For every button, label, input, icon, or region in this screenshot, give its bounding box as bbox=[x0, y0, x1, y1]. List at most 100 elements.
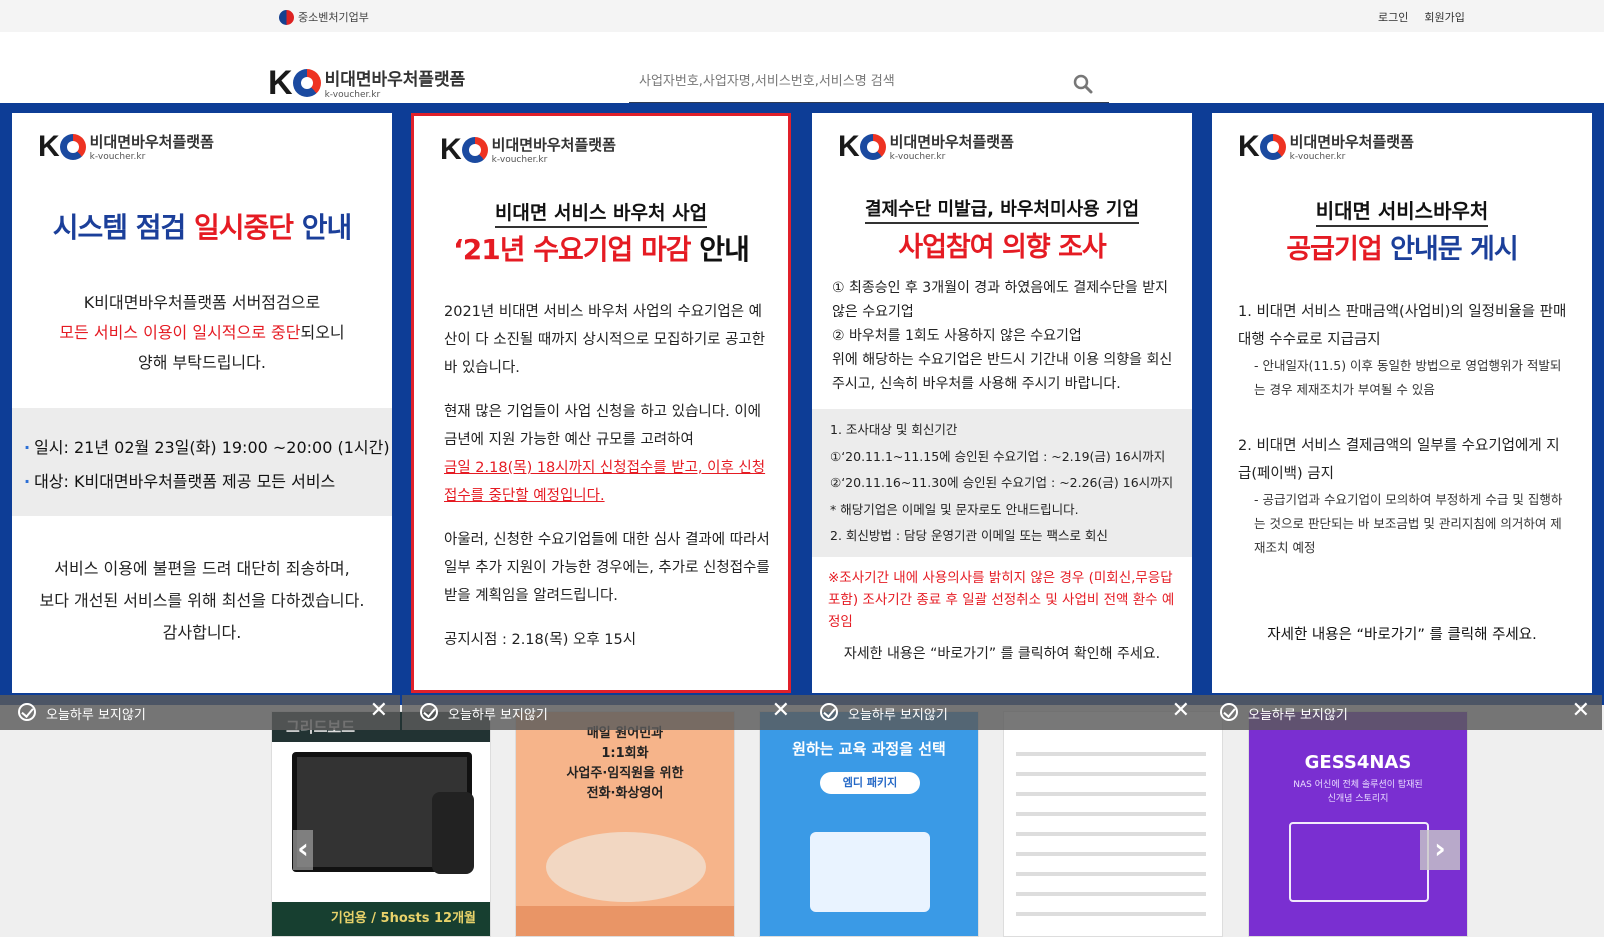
panel-footer: 자세한 내용은 “바로가기” 를 클릭해 주세요. bbox=[1267, 627, 1537, 643]
carousel-next-button[interactable]: › bbox=[1420, 830, 1460, 870]
panel-logo: K 비대면바우처플랫폼 k-voucher.kr bbox=[1238, 131, 1414, 162]
logo-url: k-voucher.kr bbox=[324, 90, 381, 100]
subtitle-text: 결제수단 미발급, 바우처미사용 기업 bbox=[864, 199, 1140, 224]
dont-show-today-checkbox[interactable] bbox=[1220, 703, 1238, 721]
target-text: 대상: K비대면바우처플랫폼 제공 모든 서비스 bbox=[34, 472, 336, 491]
panel-footer: 자세한 내용은 “바로가기” 를 클릭하여 확인해 주세요. bbox=[843, 646, 1161, 662]
card-text: 원하는 교육 과정을 선택 bbox=[792, 740, 946, 758]
panel-title: 사업참여 의향 조사 bbox=[898, 232, 1107, 263]
intro-line: 양해 부탁드립니다. bbox=[138, 353, 266, 372]
popup-panel-supplier-notice[interactable]: K 비대면바우처플랫폼 k-voucher.kr 비대면 서비스바우처 공급기업… bbox=[1212, 113, 1592, 693]
close-icon[interactable]: ✕ bbox=[370, 698, 388, 724]
logo-name: 비대면바우처플랫폼 bbox=[1289, 133, 1414, 151]
top-links: 로그인 회원가입 bbox=[1378, 9, 1465, 25]
banner-card-english[interactable]: 매일 원어민과 1:1회화 사업주·임직원을 위한 전화·화상영어 bbox=[515, 711, 735, 937]
card-title: GESS4NAS bbox=[1304, 752, 1412, 773]
panel-body: ① 최종승인 후 3개월이 경과 하였음에도 결제수단을 받지 않은 수요기업 … bbox=[832, 276, 1182, 396]
dont-show-today-checkbox[interactable] bbox=[18, 703, 36, 721]
popup-panel-demand-deadline[interactable]: K 비대면바우처플랫폼 k-voucher.kr 비대면 서비스 바우처 사업 … bbox=[411, 113, 791, 693]
intro-highlight: 모든 서비스 이용이 일시적으로 중단 bbox=[59, 323, 301, 342]
logo-name: 비대면바우처플랫폼 bbox=[491, 136, 616, 154]
banner-card-education[interactable]: 원하는 교육 과정을 선택 엠디 패키지 bbox=[759, 711, 979, 937]
schedule-box: · 일시: 21년 02월 23일(화) 19:00 ~20:00 (1시간) ·… bbox=[12, 408, 392, 516]
table-row bbox=[1016, 832, 1206, 836]
panel-title: 공급기업 안내문 게시 bbox=[1212, 227, 1592, 266]
deadline-highlight: 금일 2.18(목) 18시까지 신청접수를 받고, 이후 신청접수를 중단할 … bbox=[444, 460, 766, 504]
notice-sub-item: - 안내일자(11.5) 이후 동일한 방법으로 영업행위가 적발되는 경우 제… bbox=[1254, 358, 1562, 397]
site-logo[interactable]: K 비대면바우처플랫폼 k-voucher.kr bbox=[268, 65, 466, 101]
carousel-prev-button[interactable]: ‹ bbox=[293, 830, 313, 870]
dont-show-today-checkbox[interactable] bbox=[420, 703, 438, 721]
dismiss-bar: 오늘하루 보지않기 ✕ bbox=[0, 695, 400, 730]
detail-line: ①‘20.11.1~11.15에 승인된 수요기업 : ~2.19(금) 16시… bbox=[830, 448, 1166, 464]
detail-line: * 해당기업은 이메일 및 문자로도 안내드립니다. bbox=[830, 501, 1079, 517]
dismiss-bar: 오늘하루 보지않기 ✕ bbox=[1202, 695, 1602, 730]
logo-o-icon bbox=[292, 68, 321, 97]
dont-show-today-label[interactable]: 오늘하루 보지않기 bbox=[848, 704, 948, 723]
close-icon[interactable]: ✕ bbox=[1172, 698, 1190, 724]
panel-title: ‘21년 수요기업 마감 안내 bbox=[414, 228, 788, 268]
schedule-target: · 대상: K비대면바우처플랫폼 제공 모든 서비스 bbox=[24, 472, 336, 491]
banner-card-gess4nas[interactable]: GESS4NAS NAS 어신에 전체 솔루션이 탑재된 신개념 스토리지 bbox=[1248, 711, 1468, 937]
notice-sub-item: - 공급기업과 수요기업이 모의하여 부정하게 수급 및 집행하는 것으로 판단… bbox=[1254, 492, 1563, 555]
login-link[interactable]: 로그인 bbox=[1378, 9, 1408, 25]
dont-show-today-label[interactable]: 오늘하루 보지않기 bbox=[1248, 704, 1348, 723]
card-pill: 엠디 패키지 bbox=[820, 772, 920, 794]
schedule-date: · 일시: 21년 02월 23일(화) 19:00 ~20:00 (1시간) bbox=[24, 438, 390, 457]
title-highlight: 일시중단 bbox=[193, 211, 294, 244]
dont-show-today-checkbox[interactable] bbox=[820, 703, 838, 721]
table-row bbox=[1016, 772, 1206, 776]
table-row bbox=[1016, 912, 1206, 916]
top-bar: 중소벤처기업부 로그인 회원가입 bbox=[0, 0, 1604, 32]
table-row bbox=[1016, 792, 1206, 796]
logo-url: k-voucher.kr bbox=[491, 155, 548, 165]
search-icon[interactable] bbox=[1073, 74, 1093, 94]
banner-card-gridboard[interactable]: 그리드보드 기업용 / 5hosts 12개월 bbox=[271, 711, 491, 937]
body-text: 현재 많은 기업들이 사업 신청을 하고 있습니다. 이에 금년에 지원 가능한… bbox=[444, 404, 762, 448]
table-row bbox=[1016, 752, 1206, 756]
card-band: 기업용 / 5hosts 12개월 bbox=[272, 902, 490, 936]
outro-line: 서비스 이용에 불편을 드려 대단히 죄송하며, bbox=[54, 559, 350, 578]
panel-intro: K비대면바우처플랫폼 서버점검으로 모든 서비스 이용이 일시적으로 중단되오니… bbox=[12, 288, 392, 378]
dont-show-today-label[interactable]: 오늘하루 보지않기 bbox=[448, 704, 548, 723]
signup-link[interactable]: 회원가입 bbox=[1424, 9, 1464, 25]
logo-o-icon bbox=[1259, 133, 1286, 160]
close-icon[interactable]: ✕ bbox=[772, 698, 790, 724]
dont-show-today-label[interactable]: 오늘하루 보지않기 bbox=[46, 704, 146, 723]
panel-title: 시스템 점검 일시중단 안내 bbox=[12, 206, 392, 246]
panel-logo: K 비대면바우처플랫폼 k-voucher.kr bbox=[38, 131, 214, 162]
outro-line: 감사합니다. bbox=[162, 623, 242, 642]
title-highlight: 공급기업 bbox=[1286, 234, 1382, 265]
body-line: ① 최종승인 후 3개월이 경과 하였음에도 결제수단을 받지 않은 수요기업 bbox=[832, 280, 1168, 320]
network-diagram-icon bbox=[1289, 822, 1429, 902]
logo-name: 비대면바우처플랫폼 bbox=[89, 133, 214, 151]
ministry-emblem-icon bbox=[279, 9, 294, 25]
logo-k-icon: K bbox=[1238, 129, 1260, 163]
outro-line: 보다 개선된 서비스를 위해 최선을 다하겠습니다. bbox=[39, 591, 365, 610]
popup-panel-participation-survey[interactable]: K 비대면바우처플랫폼 k-voucher.kr 결제수단 미발급, 바우처미사… bbox=[812, 113, 1192, 693]
logo-name: 비대면바우처플랫폼 bbox=[889, 133, 1014, 151]
intro-line: 모든 서비스 이용이 일시적으로 중단되오니 bbox=[12, 318, 392, 348]
table-row bbox=[1016, 892, 1206, 896]
logo-name: 비대면바우처플랫폼 bbox=[324, 70, 466, 90]
banner-card-dashboard[interactable] bbox=[1003, 711, 1223, 937]
logo-o-icon bbox=[461, 136, 488, 163]
title-highlight: ‘21년 수요기업 마감 bbox=[453, 233, 691, 266]
close-icon[interactable]: ✕ bbox=[1572, 698, 1590, 724]
illustration-image bbox=[810, 832, 930, 912]
ministry-link[interactable]: 중소벤처기업부 bbox=[279, 9, 369, 25]
table-row bbox=[1016, 872, 1206, 876]
search-input[interactable] bbox=[639, 74, 1059, 89]
logo-k-icon: K bbox=[440, 132, 462, 166]
subtitle-text: 비대면 서비스바우처 bbox=[1315, 199, 1489, 227]
illustration-image bbox=[546, 832, 706, 902]
panel-outro: 서비스 이용에 불편을 드려 대단히 죄송하며, 보다 개선된 서비스를 위해 … bbox=[12, 553, 392, 649]
subtitle-text: 비대면 서비스 바우처 사업 bbox=[494, 202, 708, 228]
panel-logo: K 비대면바우처플랫폼 k-voucher.kr bbox=[440, 134, 616, 165]
body-paragraph: 아울러, 신청한 수요기업들에 대한 심사 결과에 따라서 일부 추가 지원이 … bbox=[444, 532, 770, 604]
notice-time: 공지시점 : 2.18(목) 오후 15시 bbox=[444, 632, 637, 648]
popup-panel-system-maintenance[interactable]: K 비대면바우처플랫폼 k-voucher.kr 시스템 점검 일시중단 안내 … bbox=[12, 113, 392, 693]
table-row bbox=[1016, 812, 1206, 816]
warning-text: ※조사기간 내에 사용의사를 밝히지 않은 경우 (미회신,무응답 포함) 조사… bbox=[828, 570, 1175, 630]
logo-o-icon bbox=[59, 133, 86, 160]
